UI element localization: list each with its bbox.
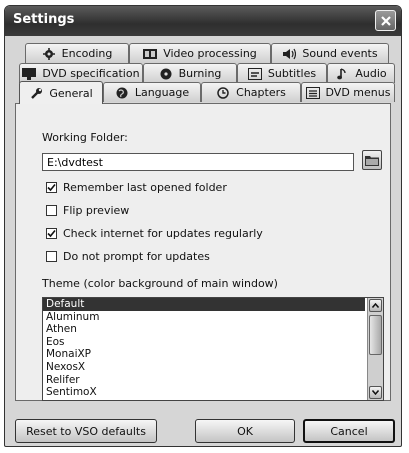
option-check-updates[interactable]: Check internet for updates regularly [46, 227, 263, 240]
tab-label: DVD specification [42, 67, 140, 80]
list-item[interactable]: Athen [43, 323, 365, 336]
checkmark-icon [47, 229, 56, 238]
tab-burning[interactable]: Burning [143, 63, 237, 83]
menu-icon [305, 86, 320, 100]
settings-dialog: Settings Encoding Video processing Sound… [4, 5, 402, 447]
option-remember-folder[interactable]: Remember last opened folder [46, 181, 227, 194]
list-item[interactable]: Eos [43, 336, 365, 349]
wrench-icon [29, 86, 43, 100]
music-note-icon [335, 67, 349, 81]
tab-audio[interactable]: Audio [327, 63, 395, 83]
tab-general[interactable]: General [19, 81, 103, 104]
checkmark-icon [47, 183, 56, 192]
disc-icon [159, 67, 173, 81]
reset-defaults-button[interactable]: Reset to VSO defaults [15, 419, 157, 443]
tab-encoding[interactable]: Encoding [25, 43, 129, 63]
option-label: Do not prompt for updates [63, 250, 210, 263]
list-item[interactable]: Default [43, 298, 365, 311]
tab-sound-events[interactable]: Sound events [271, 43, 389, 63]
tab-language[interactable]: Language [103, 82, 201, 102]
tab-label: Language [134, 86, 190, 99]
window-title: Settings [13, 12, 75, 27]
list-scrollbar[interactable] [367, 298, 383, 400]
tab-label: Burning [178, 67, 222, 80]
tab-label: General [49, 86, 93, 100]
tab-dvd-specification[interactable]: DVD specification [19, 63, 143, 83]
working-folder-input[interactable] [42, 153, 354, 171]
close-button[interactable] [375, 10, 396, 31]
option-no-prompt-updates[interactable]: Do not prompt for updates [46, 250, 210, 263]
list-item[interactable]: Relifer [43, 374, 365, 387]
option-label: Flip preview [63, 204, 130, 217]
tab-label: Video processing [163, 47, 257, 60]
cancel-button[interactable]: Cancel [303, 419, 395, 443]
tab-dvd-menus[interactable]: DVD menus [301, 82, 395, 102]
folder-icon [365, 156, 379, 166]
tab-label: Subtitles [267, 67, 317, 80]
chevron-up-icon [372, 303, 379, 308]
gear-icon [42, 47, 56, 61]
tab-video-processing[interactable]: Video processing [129, 43, 271, 63]
browse-folder-button[interactable] [362, 150, 382, 170]
list-item[interactable]: MonaiXP [43, 348, 365, 361]
tab-label: Chapters [236, 86, 286, 99]
checkbox[interactable] [46, 251, 57, 262]
option-flip-preview[interactable]: Flip preview [46, 204, 129, 217]
tab-chapters[interactable]: Chapters [201, 82, 301, 102]
checkbox[interactable] [46, 228, 57, 239]
ok-button[interactable]: OK [195, 419, 295, 443]
clock-icon [216, 86, 230, 100]
theme-listbox[interactable]: Default Aluminum Athen Eos MonaiXP Nexos… [42, 297, 384, 401]
tab-label: Encoding [61, 47, 113, 60]
tab-label: DVD menus [325, 86, 391, 99]
option-label: Check internet for updates regularly [63, 227, 263, 240]
list-item[interactable]: Aluminum [43, 311, 365, 324]
scroll-thumb[interactable] [369, 315, 382, 355]
checkbox[interactable] [46, 205, 57, 216]
speaker-icon [282, 47, 297, 61]
title-bar[interactable]: Settings [5, 6, 401, 36]
subtitle-icon [247, 67, 262, 81]
list-item[interactable]: NexosX [43, 361, 365, 374]
list-item[interactable]: SentimoX [43, 386, 365, 399]
tab-label: Audio [355, 67, 387, 80]
globe-icon [115, 86, 129, 100]
scroll-up-button[interactable] [369, 299, 382, 312]
general-panel: Working Folder: Remember last opened fol… [15, 103, 391, 401]
chevron-down-icon [372, 390, 379, 395]
option-label: Remember last opened folder [63, 181, 227, 194]
close-icon [380, 15, 391, 26]
monitor-icon [22, 67, 37, 81]
checkbox[interactable] [46, 182, 57, 193]
tab-label: Sound events [302, 47, 378, 60]
working-folder-label: Working Folder: [42, 131, 128, 144]
tab-subtitles[interactable]: Subtitles [237, 63, 327, 83]
scroll-down-button[interactable] [369, 386, 382, 399]
film-icon [143, 47, 158, 61]
theme-label: Theme (color background of main window) [42, 277, 278, 290]
dialog-button-bar: Reset to VSO defaults OK Cancel [5, 410, 401, 446]
